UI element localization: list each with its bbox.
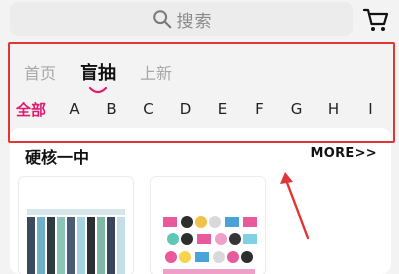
letter-d[interactable]: D (167, 100, 204, 118)
top-bar: 搜索 (0, 0, 399, 44)
letter-e[interactable]: E (204, 100, 241, 118)
series-section-card: 硬核一中 MORE>> (10, 128, 391, 274)
tab-new-arrivals[interactable]: 上新 (140, 60, 172, 84)
letter-h[interactable]: H (315, 100, 352, 118)
tab-home-label: 首页 (24, 64, 57, 83)
letter-g[interactable]: G (278, 100, 315, 118)
product-card[interactable] (150, 176, 266, 274)
cart-icon[interactable] (362, 6, 390, 34)
letter-f[interactable]: F (241, 100, 278, 118)
product-image (27, 209, 125, 274)
tab-home[interactable]: 首页 (24, 60, 56, 84)
letter-a[interactable]: A (56, 100, 93, 118)
letter-b[interactable]: B (93, 100, 130, 118)
letter-c[interactable]: C (130, 100, 167, 118)
product-image (163, 216, 257, 274)
section-title: 硬核一中 (25, 148, 90, 167)
letter-i[interactable]: I (352, 100, 389, 118)
tab-blind-draw[interactable]: 盲抽 (80, 59, 117, 94)
category-tabs: 首页 盲抽 上新 (24, 58, 196, 94)
letter-all[interactable]: 全部 (16, 99, 56, 120)
annotation-arrow-icon (280, 172, 310, 240)
search-bar[interactable]: 搜索 (10, 2, 353, 36)
search-icon (152, 10, 171, 29)
product-card[interactable] (18, 176, 134, 274)
letter-index: 全部 A B C D E F G H I (16, 96, 391, 122)
tab-blind-draw-label: 盲抽 (80, 63, 117, 84)
more-link[interactable]: MORE>> (311, 146, 377, 161)
active-tab-indicator (88, 86, 108, 94)
search-placeholder: 搜索 (176, 11, 213, 32)
tab-new-arrivals-label: 上新 (140, 64, 173, 83)
